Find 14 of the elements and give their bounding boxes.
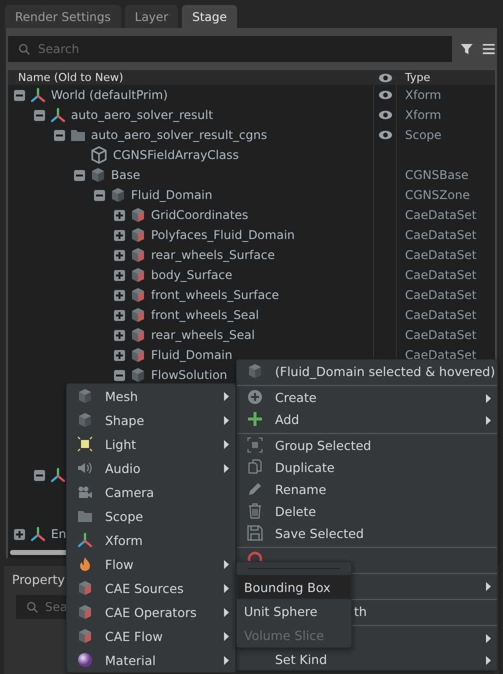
prim-type: Xform — [404, 108, 442, 122]
panel-title: Property — [12, 572, 65, 587]
prim-type: CaeDataSet — [404, 208, 476, 222]
prim-type: Scope — [404, 128, 442, 142]
prim-type: CaeDataSet — [404, 308, 476, 322]
prim-type: CGNSBase — [404, 168, 468, 182]
prim-type: CaeDataSet — [404, 268, 476, 282]
prim-type: CaeDataSet — [404, 288, 476, 302]
prim-type: CaeDataSet — [404, 348, 476, 362]
prim-type: CaeDataSet — [404, 328, 476, 342]
prim-type: CaeDataSet — [404, 248, 476, 262]
prim-type: CaeDataSet — [404, 228, 476, 242]
prim-type: CGNSZone — [404, 188, 470, 202]
prim-type: Xform — [404, 88, 442, 102]
